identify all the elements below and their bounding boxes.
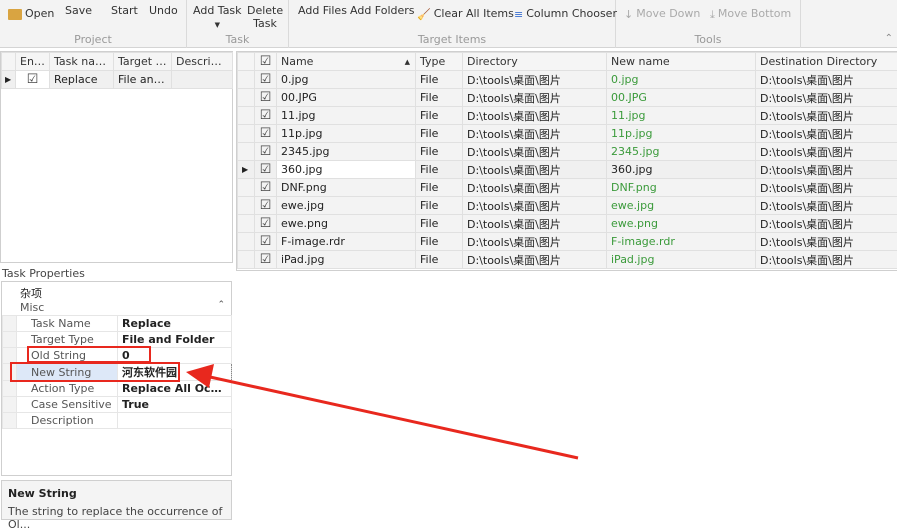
annotation-arrow-icon: [0, 0, 897, 520]
